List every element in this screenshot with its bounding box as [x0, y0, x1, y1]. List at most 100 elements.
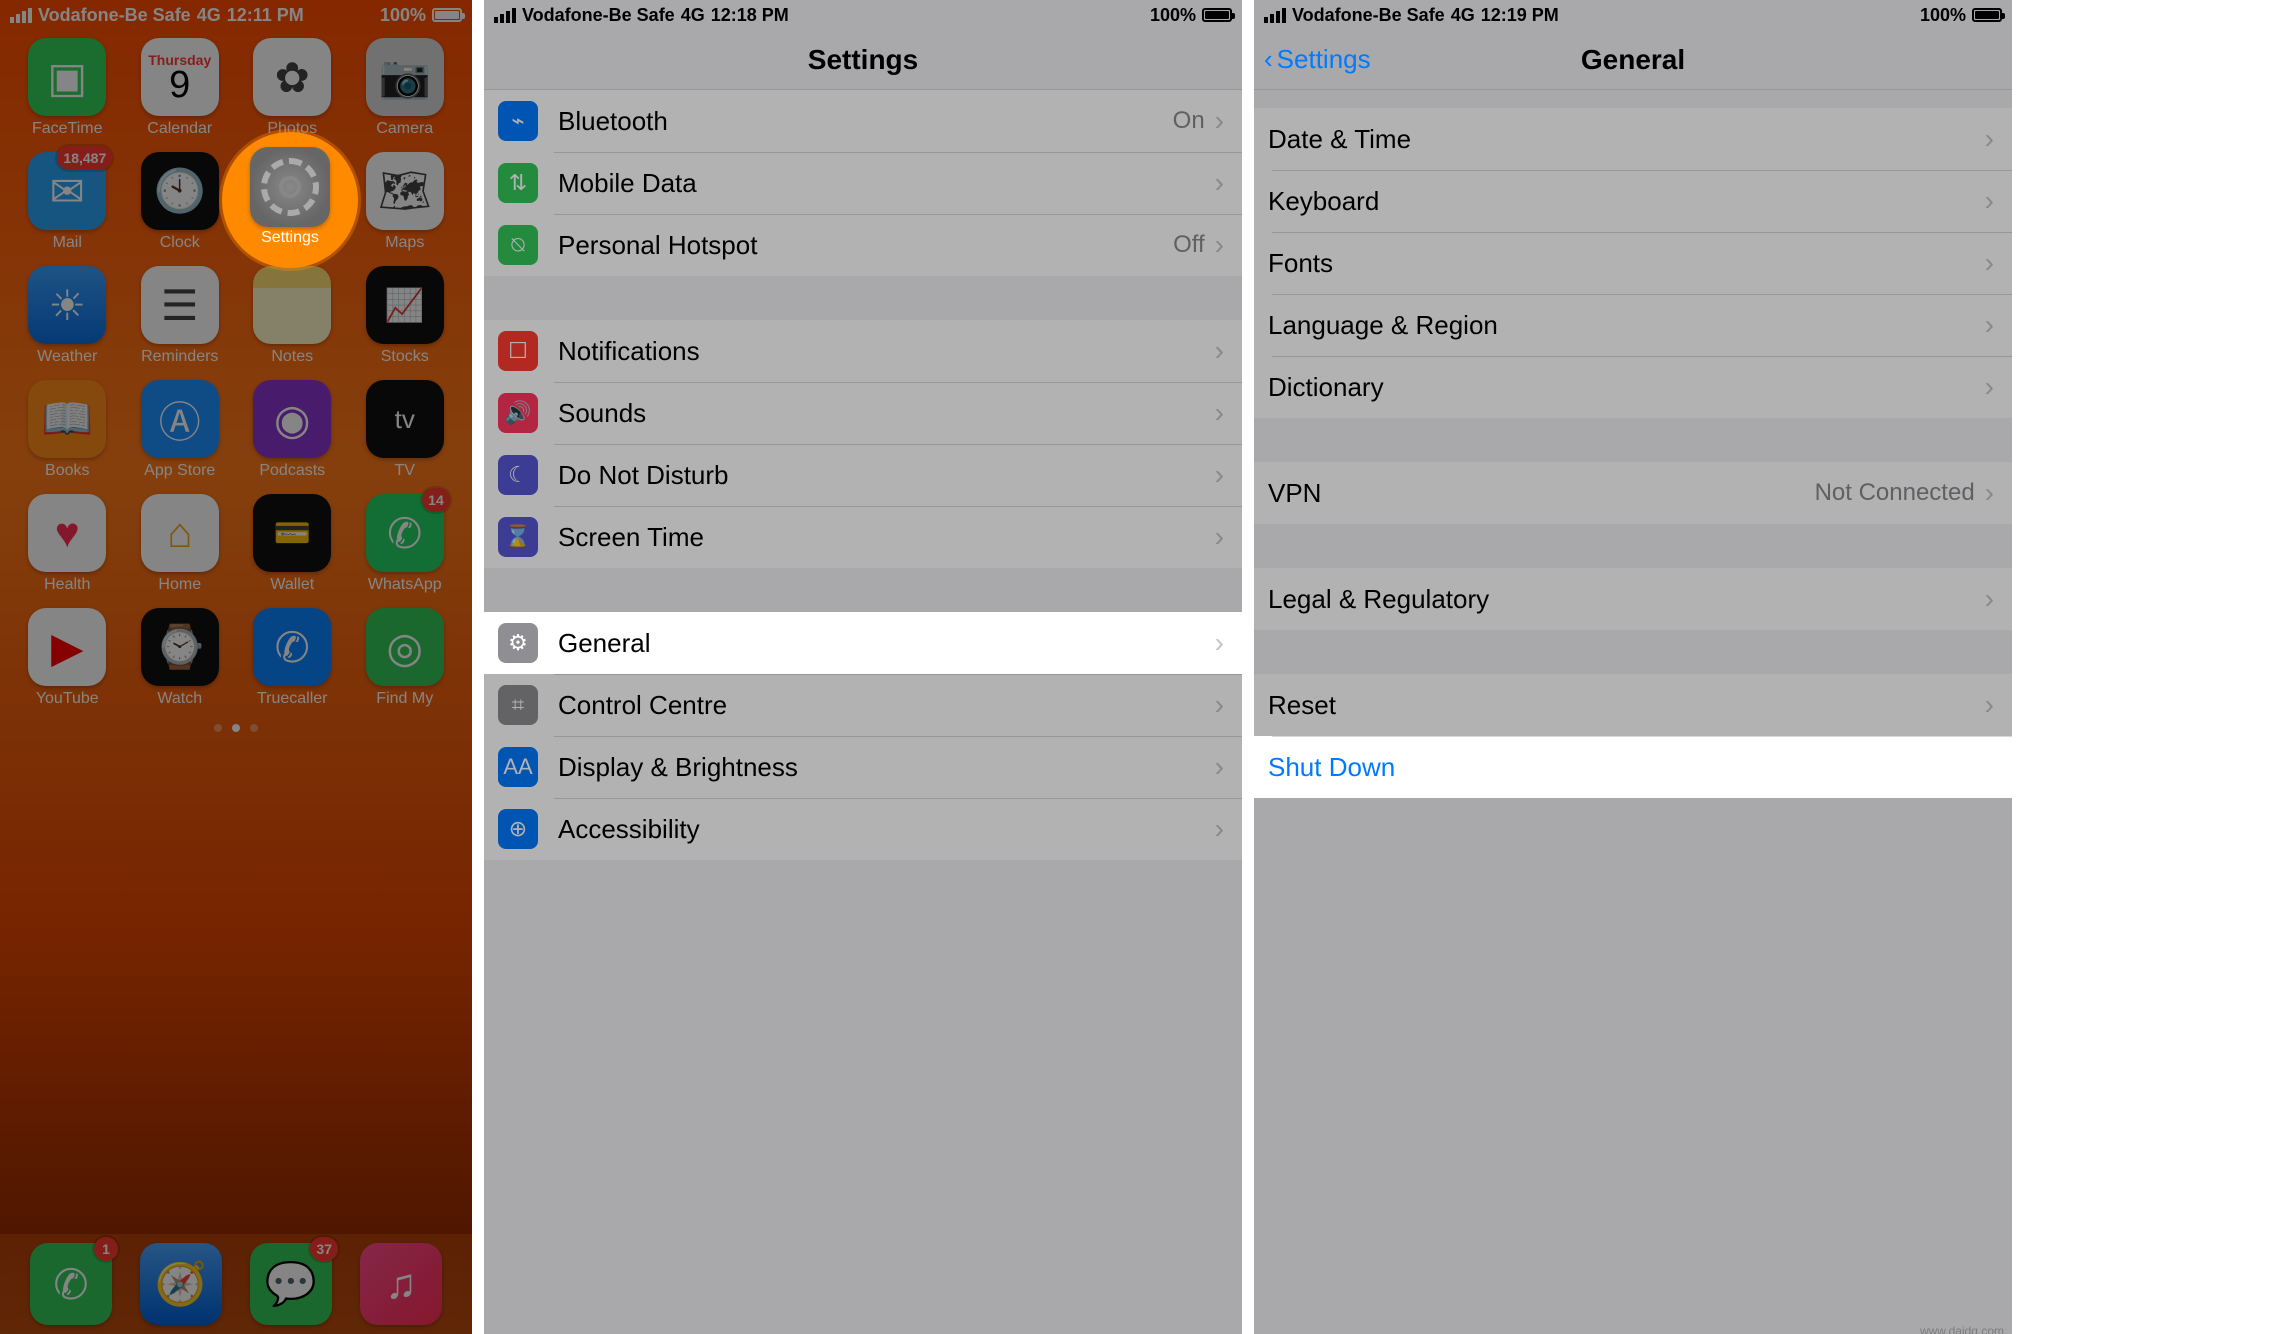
row-date-time[interactable]: Date & Time›	[1254, 108, 2012, 170]
row-display-brightness[interactable]: AADisplay & Brightness›	[484, 736, 1242, 798]
chevron-right-icon: ›	[1985, 185, 1994, 217]
app-health[interactable]: ♥Health	[14, 494, 121, 604]
row-shut-down[interactable]: Shut Down	[1254, 736, 2012, 798]
app-stocks[interactable]: 📈Stocks	[352, 266, 459, 376]
status-time: 12:18 PM	[711, 5, 789, 26]
row-control-centre[interactable]: ⌗Control Centre›	[484, 674, 1242, 736]
app-findmy[interactable]: ◎Find My	[352, 608, 459, 718]
row-vpn[interactable]: VPNNot Connected›	[1254, 462, 2012, 524]
wallet-icon: 💳	[253, 494, 331, 572]
phone-icon: ✆1	[30, 1243, 112, 1325]
network-label: 4G	[197, 5, 221, 26]
row-screen-time[interactable]: ⌛Screen Time›	[484, 506, 1242, 568]
chevron-right-icon: ›	[1985, 247, 1994, 279]
dock-phone[interactable]: ✆1	[16, 1243, 126, 1325]
health-icon: ♥	[28, 494, 106, 572]
stocks-icon: 📈	[366, 266, 444, 344]
app-books[interactable]: 📖Books	[14, 380, 121, 490]
app-camera[interactable]: 📷Camera	[352, 38, 459, 148]
row-mobile-data[interactable]: ⇅Mobile Data›	[484, 152, 1242, 214]
battery-percent: 100%	[1920, 5, 1966, 26]
app-reminders[interactable]: ☰Reminders	[127, 266, 234, 376]
findmy-icon: ◎	[366, 608, 444, 686]
app-watch[interactable]: ⌚Watch	[127, 608, 234, 718]
row-reset[interactable]: Reset›	[1254, 674, 2012, 736]
carrier-label: Vodafone-Be Safe	[1292, 5, 1445, 26]
chevron-right-icon: ›	[1215, 167, 1224, 199]
chevron-right-icon: ›	[1215, 397, 1224, 429]
app-clock[interactable]: 🕙Clock	[127, 152, 234, 262]
dock-music[interactable]: ♫	[346, 1243, 456, 1325]
battery-percent: 100%	[380, 5, 426, 26]
dock-safari[interactable]: 🧭	[126, 1243, 236, 1325]
app-weather[interactable]: ☀Weather	[14, 266, 121, 376]
panel-general: Vodafone-Be Safe 4G 12:19 PM 100% ‹Setti…	[1254, 0, 2012, 1334]
app-appstore[interactable]: ⒶApp Store	[127, 380, 234, 490]
app-notes[interactable]: Notes	[239, 266, 346, 376]
row-notifications[interactable]: ☐Notifications›	[484, 320, 1242, 382]
app-wallet[interactable]: 💳Wallet	[239, 494, 346, 604]
signal-icon	[10, 8, 32, 23]
appstore-icon: Ⓐ	[141, 380, 219, 458]
row-do-not-disturb[interactable]: ☾Do Not Disturb›	[484, 444, 1242, 506]
status-bar: Vodafone-Be Safe 4G 12:19 PM 100%	[1254, 0, 2012, 30]
tv-icon: tv	[366, 380, 444, 458]
settings-icon	[250, 147, 330, 227]
status-bar: Vodafone-Be Safe 4G 12:11 PM 100%	[0, 0, 472, 30]
battery-icon	[1202, 8, 1232, 22]
spotlight-settings[interactable]: Settings	[222, 132, 358, 268]
signal-icon	[494, 8, 516, 23]
battery-icon	[1972, 8, 2002, 22]
chevron-right-icon: ›	[1985, 583, 1994, 615]
facetime-icon: ▣	[28, 38, 106, 116]
safari-icon: 🧭	[140, 1243, 222, 1325]
spotlight-label: Settings	[261, 229, 319, 247]
row-sounds[interactable]: 🔊Sounds›	[484, 382, 1242, 444]
panel-home-screen: Vodafone-Be Safe 4G 12:11 PM 100% ▣FaceT…	[0, 0, 472, 1334]
mail-icon: ✉18,487	[28, 152, 106, 230]
row-general[interactable]: ⚙General›	[484, 612, 1242, 674]
control-centre-icon: ⌗	[498, 685, 538, 725]
app-whatsapp[interactable]: ✆14WhatsApp	[352, 494, 459, 604]
app-maps[interactable]: 🗺Maps	[352, 152, 459, 262]
row-keyboard[interactable]: Keyboard›	[1254, 170, 2012, 232]
dock-messages[interactable]: 💬37	[236, 1243, 346, 1325]
chevron-right-icon: ›	[1215, 335, 1224, 367]
app-facetime[interactable]: ▣FaceTime	[14, 38, 121, 148]
mobile-data-icon: ⇅	[498, 163, 538, 203]
row-legal-regulatory[interactable]: Legal & Regulatory›	[1254, 568, 2012, 630]
app-truecaller[interactable]: ✆Truecaller	[239, 608, 346, 718]
chevron-right-icon: ›	[1215, 229, 1224, 261]
row-language-region[interactable]: Language & Region›	[1254, 294, 2012, 356]
clock-icon: 🕙	[141, 152, 219, 230]
row-bluetooth[interactable]: ⌁BluetoothOn›	[484, 90, 1242, 152]
status-bar: Vodafone-Be Safe 4G 12:18 PM 100%	[484, 0, 1242, 30]
app-tv[interactable]: tvTV	[352, 380, 459, 490]
chevron-right-icon: ›	[1215, 105, 1224, 137]
phone-badge: 1	[94, 1237, 118, 1261]
page-indicator	[0, 724, 472, 732]
app-podcasts[interactable]: ◉Podcasts	[239, 380, 346, 490]
chevron-right-icon: ›	[1215, 751, 1224, 783]
row-fonts[interactable]: Fonts›	[1254, 232, 2012, 294]
app-mail[interactable]: ✉18,487Mail	[14, 152, 121, 262]
chevron-right-icon: ›	[1985, 689, 1994, 721]
notifications-icon: ☐	[498, 331, 538, 371]
panel-settings: Vodafone-Be Safe 4G 12:18 PM 100% Settin…	[484, 0, 1242, 1334]
app-calendar[interactable]: Thursday9Calendar	[127, 38, 234, 148]
watch-icon: ⌚	[141, 608, 219, 686]
photos-icon: ✿	[253, 38, 331, 116]
chevron-right-icon: ›	[1985, 371, 1994, 403]
app-home[interactable]: ⌂Home	[127, 494, 234, 604]
back-button[interactable]: ‹Settings	[1264, 30, 1371, 89]
general-icon: ⚙	[498, 623, 538, 663]
podcasts-icon: ◉	[253, 380, 331, 458]
app-youtube[interactable]: ▶YouTube	[14, 608, 121, 718]
row-accessibility[interactable]: ⊕Accessibility›	[484, 798, 1242, 860]
row-personal-hotspot[interactable]: ⍉Personal HotspotOff›	[484, 214, 1242, 276]
mail-badge: 18,487	[57, 146, 112, 170]
chevron-right-icon: ›	[1985, 477, 1994, 509]
chevron-right-icon: ›	[1985, 309, 1994, 341]
chevron-right-icon: ›	[1215, 689, 1224, 721]
row-dictionary[interactable]: Dictionary›	[1254, 356, 2012, 418]
